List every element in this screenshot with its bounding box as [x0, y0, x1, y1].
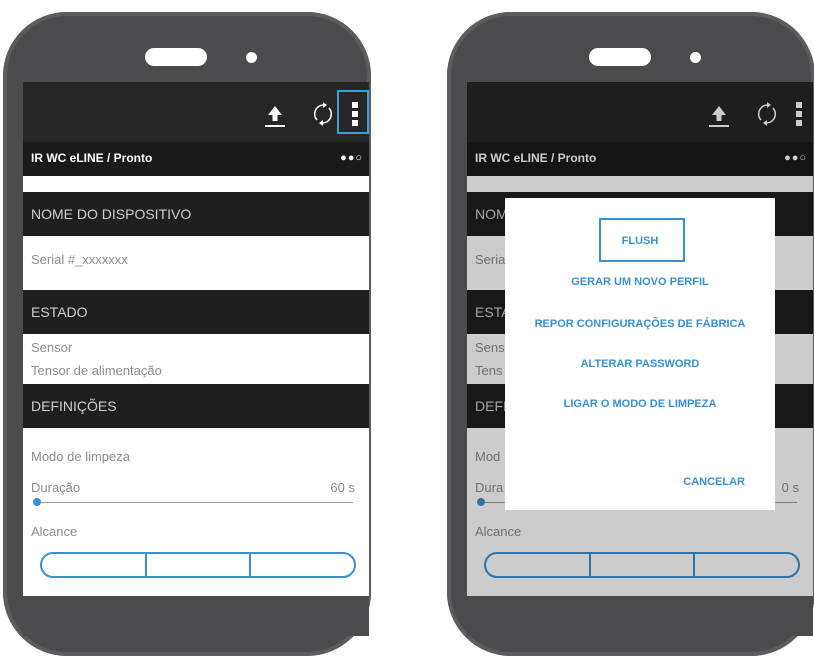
tensor-row: Tensor de alimentação [31, 363, 162, 378]
options-dialog: FLUSH GERAR UM NOVO PERFIL REPOR CONFIGU… [505, 198, 775, 510]
more-dots-icon[interactable]: ●●○ [340, 152, 363, 164]
app-toolbar [23, 82, 369, 142]
camera-dot [246, 52, 257, 63]
speaker-grill [145, 48, 207, 66]
section-settings: DEFINIÇÕES [23, 384, 369, 428]
phone-bottom-bezel [467, 596, 813, 636]
device-titlebar: IR WC eLINE / Pronto ●●○ [23, 142, 369, 176]
range-segment-3[interactable] [249, 554, 354, 576]
phone-left: IR WC eLINE / Pronto ●●○ NOME DO DISPOSI… [3, 12, 371, 656]
speaker-grill [589, 48, 651, 66]
app-screen: IR WC eLINE / Pronto ●●○ NOM Seria ESTA … [467, 82, 813, 596]
cancel-button[interactable]: CANCELAR [683, 476, 745, 488]
camera-dot [690, 52, 701, 63]
serial-value: Serial #_xxxxxxx [31, 252, 128, 267]
phone-bottom-bezel [23, 596, 369, 636]
duration-label: Duração [31, 480, 81, 495]
app-screen: IR WC eLINE / Pronto ●●○ NOME DO DISPOSI… [23, 82, 369, 596]
cleaning-mode-button[interactable]: LIGAR O MODO DE LIMPEZA [505, 398, 775, 410]
upload-icon[interactable] [263, 104, 287, 130]
range-segment-1[interactable] [42, 554, 145, 576]
duration-value: 60 s [330, 480, 355, 495]
refresh-icon[interactable] [311, 101, 335, 127]
change-password-button[interactable]: ALTERAR PASSWORD [505, 358, 775, 370]
sensor-row: Sensor [31, 340, 73, 355]
device-title: IR WC eLINE / Pronto [31, 151, 153, 165]
generate-profile-button[interactable]: GERAR UM NOVO PERFIL [505, 276, 775, 288]
cleaning-mode-row[interactable]: Modo de limpeza [31, 449, 130, 464]
range-segmented-control [40, 552, 356, 578]
factory-reset-button[interactable]: REPOR CONFIGURAÇÕES DE FÁBRICA [505, 318, 775, 330]
section-device-name: NOME DO DISPOSITIVO [23, 192, 369, 236]
menu-icon[interactable] [351, 101, 359, 127]
range-label: Alcance [31, 524, 78, 539]
section-state: ESTADO [23, 290, 369, 334]
duration-slider-track[interactable] [35, 502, 353, 503]
range-segment-2[interactable] [144, 554, 250, 576]
phone-right: IR WC eLINE / Pronto ●●○ NOM Seria ESTA … [447, 12, 814, 656]
flush-button[interactable]: FLUSH [505, 235, 775, 247]
duration-slider-handle[interactable] [33, 498, 41, 506]
